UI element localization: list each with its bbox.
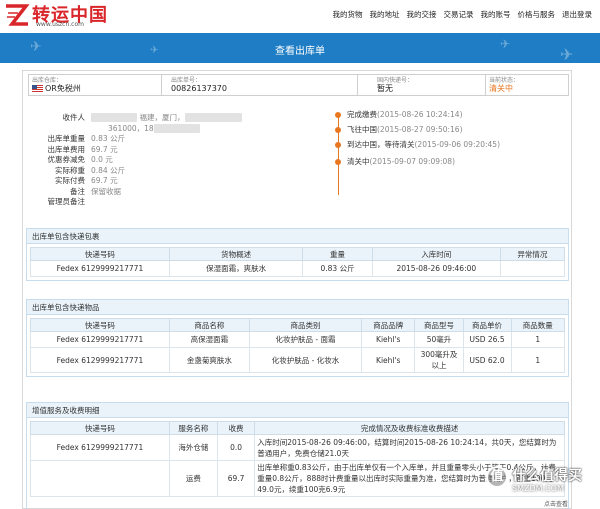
us-flag-icon [32, 85, 43, 92]
status-timeline: 完成缴费(2015-08-26 10:24:14) 飞往中国(2015-08-2… [335, 109, 555, 199]
nav-my-account[interactable]: 我的账号 [481, 9, 511, 20]
detail-row: 备注 保留收据 [70, 186, 121, 196]
top-nav: 我的货物 我的地址 我的交接 交易记录 我的账号 价格与服务 退出登录 [333, 9, 593, 20]
table-row: Fedex 6129999217771 高保湿面霜 化妆护肤品 - 面霜 Kie… [30, 331, 566, 348]
col-header: 服务名称 [168, 421, 218, 435]
col-header: 重量 [302, 247, 373, 261]
watermark-sub: SMZDM.COM [512, 484, 564, 493]
packages-title: 出库单包含快递包裹 [27, 229, 568, 244]
detail-row: 实际称重 0.84 公斤 [55, 165, 126, 175]
recipient-zip-phone: 361000，18████████ [108, 123, 200, 135]
timeline-dot-icon [335, 127, 341, 133]
goods-table: 快递号码 商品名称 商品类别 商品品牌 商品型号 商品单价 商品数量 Fedex… [30, 318, 566, 373]
col-header: 货物概述 [168, 247, 304, 261]
detail-row: 优惠券减免 0.0 元 [47, 155, 113, 164]
timeline-dot-icon [335, 112, 341, 118]
goods-title: 出库单包含快递物品 [27, 300, 568, 315]
detail-row: 实际付费 69.7 元 [55, 176, 118, 185]
detail-row: 管理员备注 [47, 197, 86, 206]
order-details: 收件人████████ 福建，厦门，██████████ 361000，18██… [33, 113, 293, 208]
top-header: 转运中国 www.uszcn.com 我的货物 我的地址 我的交接 交易记录 我… [0, 0, 600, 33]
nav-pricing[interactable]: 价格与服务 [518, 9, 556, 20]
page-banner: ✈ ✈ ✈ ✈ 查看出库单 [0, 33, 600, 64]
nav-my-address[interactable]: 我的地址 [370, 9, 400, 20]
timeline-dot-icon [335, 142, 341, 148]
tracking-number: Fedex 6129999217771 [30, 434, 170, 461]
status-label: 当前状态： [489, 77, 520, 84]
tracking-number: Fedex 6129999217771 [30, 347, 170, 373]
order-number-cell: 出库单号： 00826137370 [168, 75, 358, 95]
goods-section: 出库单包含快递物品 快递号码 商品名称 商品类别 商品品牌 商品型号 商品单价 … [26, 299, 569, 377]
tracking-number [30, 460, 170, 497]
timeline-line [338, 113, 339, 195]
col-header: 商品数量 [510, 318, 566, 332]
smzdm-watermark: 值 什么值得买 SMZDM.COM 点击查看 [486, 462, 596, 508]
table-row: Fedex 6129999217771 海外仓储 0.0 入库时间2015-08… [30, 434, 565, 461]
site-logo[interactable]: 转运中国 www.uszcn.com [4, 2, 124, 30]
col-header: 快递号码 [30, 318, 170, 332]
warehouse-label: 出库仓库： [32, 77, 63, 84]
tracking-number: Fedex 6129999217771 [30, 260, 170, 277]
table-row: 运费 69.7 出库单称重0.83公斤，由于出库单仅有一个入库单，并且重量零头小… [30, 460, 565, 497]
col-header: 完成情况及收费标准收费描述 [254, 421, 565, 435]
col-header: 商品名称 [168, 318, 250, 332]
logo-mark-icon [6, 4, 30, 26]
table-row: Fedex 6129999217771 保湿面霜，爽肤水 0.83 公斤 201… [30, 260, 566, 277]
watermark-badge-icon: 值 [486, 466, 508, 488]
detail-row: 收件人████████ 福建，厦门，██████████ [33, 113, 293, 124]
col-header: 快递号码 [30, 421, 170, 435]
col-header: 商品品牌 [361, 318, 416, 332]
detail-row: 361000，18████████ [33, 123, 293, 135]
watermark-foot: 点击查看 [544, 501, 569, 508]
watermark-text: 什么值得买 [512, 468, 582, 484]
table-row: Fedex 6129999217771 金盏菊爽肤水 化妆护肤品 - 化妆水 K… [30, 347, 566, 373]
tracking-number: Fedex 6129999217771 [30, 331, 170, 348]
packages-section: 出库单包含快递包裹 快递号码 货物概述 重量 入库时间 异常情况 Fedex 6… [26, 228, 569, 281]
logo-url: www.uszcn.com [36, 21, 84, 28]
nav-transactions[interactable]: 交易记录 [444, 9, 474, 20]
order-number-label: 出库单号： [171, 77, 202, 84]
status-value: 清关中 [489, 84, 513, 93]
packages-table: 快递号码 货物概述 重量 入库时间 异常情况 Fedex 61299992177… [30, 247, 566, 277]
order-info-bar: 出库仓库： OR免税州 出库单号： 00826137370 国内快递号： 暂无 … [28, 74, 569, 96]
timeline-dot-icon [335, 159, 341, 165]
col-header: 快递号码 [30, 247, 170, 261]
nav-my-handover[interactable]: 我的交接 [407, 9, 437, 20]
col-header: 收费 [216, 421, 256, 435]
detail-row: 出库单重量 0.83 公斤 [47, 134, 126, 143]
recipient-address: ████████ 福建，厦门，██████████ [91, 113, 243, 124]
nav-logout[interactable]: 退出登录 [562, 9, 592, 20]
domestic-tracking-label: 国内快递号： [377, 77, 414, 84]
col-header: 商品单价 [462, 318, 512, 332]
order-card: 出库仓库： OR免税州 出库单号： 00826137370 国内快递号： 暂无 … [22, 70, 572, 509]
detail-row: 出库单费用 69.7 元 [47, 144, 118, 154]
warehouse-cell: 出库仓库： OR免税州 [29, 75, 162, 95]
col-header: 入库时间 [371, 247, 501, 261]
services-title: 增值服务及收费明细 [27, 403, 568, 418]
domestic-tracking-cell: 国内快递号： 暂无 [374, 75, 486, 95]
warehouse-value: OR免税州 [32, 84, 158, 94]
col-header: 商品型号 [414, 318, 464, 332]
order-number-value: 00826137370 [171, 84, 227, 93]
domestic-tracking-value: 暂无 [377, 84, 393, 93]
nav-my-goods[interactable]: 我的货物 [333, 9, 363, 20]
services-table: 快递号码 服务名称 收费 完成情况及收费标准收费描述 Fedex 6129999… [30, 421, 565, 497]
col-header: 异常情况 [499, 247, 566, 261]
status-cell: 当前状态： 清关中 [486, 75, 570, 95]
col-header: 商品类别 [248, 318, 363, 332]
page-title: 查看出库单 [275, 46, 325, 57]
